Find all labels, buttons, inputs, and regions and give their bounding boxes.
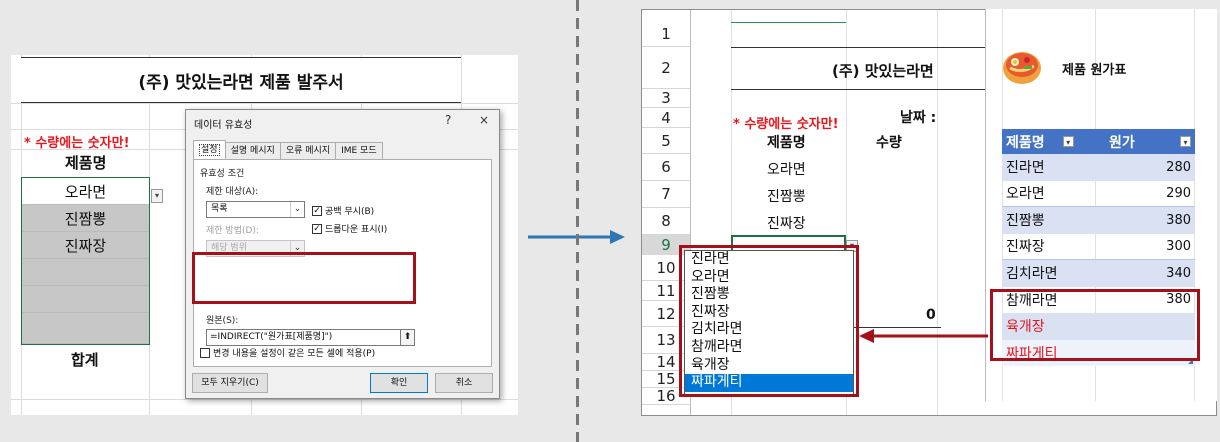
cost-table-title: 제품 원가표	[1062, 63, 1127, 78]
ignore-blank-checkbox[interactable]: ✓ 공백 무시(B)	[312, 204, 374, 217]
product-cell[interactable]: 오라면	[767, 159, 806, 179]
quantity-note: * 수량에는 숫자만!	[733, 117, 839, 132]
product-cell[interactable]: 진짜장	[767, 213, 806, 233]
row-header[interactable]: 7	[642, 181, 690, 208]
product-name-header: 제품명	[767, 135, 806, 151]
highlight-new-items-box	[990, 289, 1200, 361]
filter-icon[interactable]: ▾	[1062, 136, 1074, 147]
tab-error-alert[interactable]: 오류 메시지	[279, 142, 337, 159]
table-row[interactable]: 진짬뽕 380	[1002, 207, 1195, 234]
cancel-button[interactable]: 취소	[435, 373, 493, 393]
row-header[interactable]: 2	[642, 47, 690, 89]
row-header[interactable]: 4	[642, 108, 690, 128]
quantity-header: 수량	[876, 135, 902, 151]
product-cell[interactable]: 진짬뽕	[22, 205, 149, 232]
help-icon[interactable]: ?	[445, 113, 451, 127]
left-arrow-icon	[859, 329, 988, 343]
row-header[interactable]: 6	[642, 154, 690, 181]
method-label: 제한 방법(D):	[206, 226, 259, 236]
apply-all-checkbox[interactable]: 변경 내용을 설정이 같은 모든 셀에 적용(P)	[200, 346, 375, 359]
dashed-divider	[576, 0, 579, 442]
highlight-dropdown-box	[679, 245, 859, 397]
dialog-title: 데이터 유효성	[194, 120, 253, 131]
product-cell[interactable]: 오라면	[22, 178, 149, 205]
product-cell[interactable]	[22, 259, 149, 286]
product-cell[interactable]	[22, 313, 149, 344]
cost-table-header: 제품명 ▾ 원가 ▾	[1002, 129, 1195, 154]
product-cell[interactable]: 진짜장	[22, 232, 149, 259]
product-name-header: 제품명	[65, 154, 107, 172]
ramen-bowl-icon	[1003, 52, 1041, 84]
row-header[interactable]: 8	[642, 208, 690, 235]
tab-input-message[interactable]: 설명 메시지	[224, 142, 281, 159]
tab-ime-mode[interactable]: IME 모드	[335, 142, 383, 159]
dialog-tabs: 설정 설명 메시지 오류 메시지 IME 모드	[193, 140, 383, 159]
table-row[interactable]: 진짜장 300	[1002, 234, 1195, 260]
order-title: (주) 맛있는라면 제품 발주서	[21, 57, 461, 103]
product-cell[interactable]: 진짬뽕	[767, 186, 806, 206]
filter-icon[interactable]: ▾	[1180, 136, 1191, 147]
validation-criteria-label: 유효성 조건	[200, 169, 245, 179]
close-icon[interactable]: ×	[479, 113, 489, 127]
date-label: 날짜 :	[900, 110, 937, 126]
allow-label: 제한 대상(A):	[206, 187, 259, 197]
quantity-note: * 수량에는 숫자만!	[24, 136, 130, 151]
in-cell-dropdown-checkbox[interactable]: ✓ 드롭다운 표시(I)	[312, 222, 387, 235]
table-row[interactable]: 김치라면 340	[1002, 260, 1195, 287]
clear-all-button[interactable]: 모두 지우기(C)	[192, 373, 268, 393]
product-cell[interactable]	[22, 286, 149, 313]
allow-select[interactable]: 목록 ⌄	[206, 201, 305, 218]
checkmark-icon: ✓	[312, 223, 322, 234]
highlight-source-box	[192, 252, 416, 304]
table-row[interactable]: 오라면 290	[1002, 181, 1195, 207]
dropdown-arrow-icon[interactable]: ▾	[151, 189, 163, 203]
total-label: 합계	[71, 351, 99, 369]
row-header[interactable]: 5	[642, 128, 690, 154]
header-product-name: 제품명 ▾	[1006, 132, 1099, 152]
chevron-down-icon: ⌄	[290, 202, 304, 217]
order-title: (주) 맛있는라면	[832, 62, 934, 80]
row-header[interactable]: 1	[642, 22, 690, 47]
header-cost: 원가 ▾	[1099, 132, 1191, 152]
tab-settings[interactable]: 설정	[193, 140, 226, 159]
collapse-dialog-icon[interactable]: ⬆	[400, 329, 415, 346]
source-label: 원본(S):	[206, 316, 239, 326]
row-header[interactable]: 3	[642, 89, 690, 108]
table-row[interactable]: 진라면 280	[1002, 154, 1195, 181]
checkmark-icon: ✓	[312, 205, 322, 216]
source-input[interactable]: =INDIRECT("원가표[제품명]")	[206, 329, 413, 346]
ok-button[interactable]: 확인	[370, 373, 428, 393]
total-value: 0	[926, 307, 936, 323]
